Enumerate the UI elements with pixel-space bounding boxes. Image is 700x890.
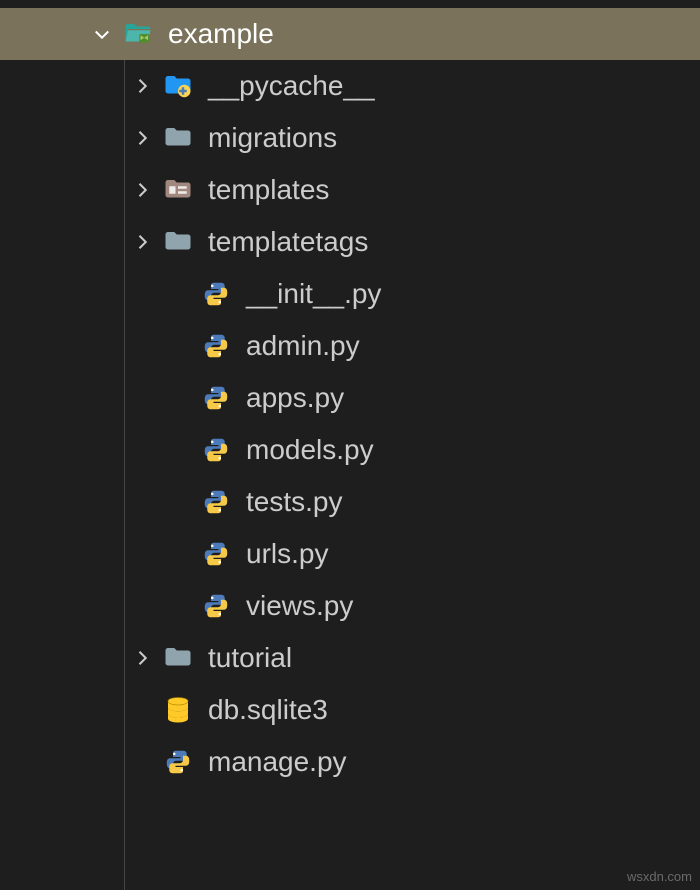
tree-item-label: templates <box>208 164 329 216</box>
tree-item-label: example <box>168 8 274 60</box>
tree-item-label: models.py <box>246 424 374 476</box>
tree-item-label: __pycache__ <box>208 60 375 112</box>
tree-file-urls[interactable]: urls.py <box>0 528 700 580</box>
tree-item-label: admin.py <box>246 320 360 372</box>
folder-icon <box>162 642 194 674</box>
tree-item-label: manage.py <box>208 736 347 788</box>
folder-templates-icon <box>162 174 194 206</box>
tree-item-label: migrations <box>208 112 337 164</box>
python-file-icon <box>200 486 232 518</box>
tree-folder-templatetags[interactable]: templatetags <box>0 216 700 268</box>
folder-python-icon <box>162 70 194 102</box>
tree-file-init[interactable]: __init__.py <box>0 268 700 320</box>
tree-item-label: urls.py <box>246 528 328 580</box>
chevron-right-icon <box>130 646 154 670</box>
tree-folder-templates[interactable]: templates <box>0 164 700 216</box>
tree-file-admin[interactable]: admin.py <box>0 320 700 372</box>
python-file-icon <box>200 538 232 570</box>
tree-file-views[interactable]: views.py <box>0 580 700 632</box>
chevron-right-icon <box>130 74 154 98</box>
tree-file-db-sqlite3[interactable]: db.sqlite3 <box>0 684 700 736</box>
tree-file-tests[interactable]: tests.py <box>0 476 700 528</box>
database-icon <box>162 694 194 726</box>
tree-item-label: db.sqlite3 <box>208 684 328 736</box>
tree-item-label: templatetags <box>208 216 368 268</box>
chevron-right-icon <box>130 178 154 202</box>
python-file-icon <box>200 434 232 466</box>
tree-item-label: tutorial <box>208 632 292 684</box>
tree-folder-migrations[interactable]: migrations <box>0 112 700 164</box>
python-file-icon <box>162 746 194 778</box>
tree-folder-pycache[interactable]: __pycache__ <box>0 60 700 112</box>
tree-item-label: tests.py <box>246 476 342 528</box>
folder-icon <box>162 226 194 258</box>
watermark: wsxdn.com <box>627 869 692 884</box>
tree-item-label: views.py <box>246 580 353 632</box>
tree-folder-example[interactable]: example <box>0 8 700 60</box>
tree-file-models[interactable]: models.py <box>0 424 700 476</box>
python-file-icon <box>200 382 232 414</box>
folder-icon <box>162 122 194 154</box>
folder-open-icon <box>122 18 154 50</box>
python-file-icon <box>200 590 232 622</box>
tree-file-manage[interactable]: manage.py <box>0 736 700 788</box>
chevron-right-icon <box>130 230 154 254</box>
python-file-icon <box>200 278 232 310</box>
chevron-down-icon <box>90 22 114 46</box>
file-tree: example __pycache__ migrations <box>0 0 700 788</box>
chevron-right-icon <box>130 126 154 150</box>
tree-item-label: apps.py <box>246 372 344 424</box>
indent-guide <box>124 60 125 890</box>
tree-folder-tutorial[interactable]: tutorial <box>0 632 700 684</box>
python-file-icon <box>200 330 232 362</box>
tree-item-label: __init__.py <box>246 268 381 320</box>
tree-file-apps[interactable]: apps.py <box>0 372 700 424</box>
